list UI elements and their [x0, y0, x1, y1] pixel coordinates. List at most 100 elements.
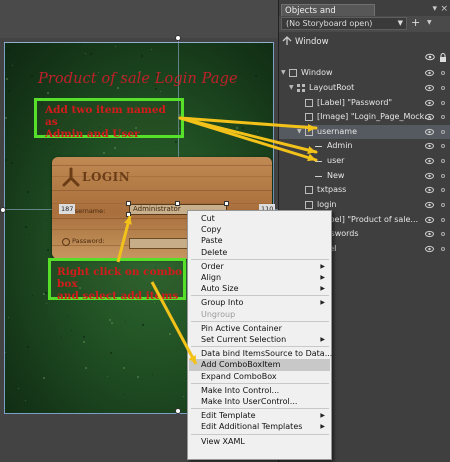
visibility-eye-icon[interactable] — [425, 96, 434, 110]
menu-item-align[interactable]: Align ▶ — [189, 272, 330, 283]
tree-row-new[interactable]: New — [279, 169, 450, 183]
visibility-eye-icon[interactable] — [425, 66, 434, 80]
tree-row-window[interactable]: ▼ Window — [279, 66, 450, 80]
menu-separator — [191, 320, 329, 322]
login-logo-icon — [62, 167, 80, 187]
visibility-column-eye-icon[interactable] — [425, 53, 435, 61]
lock-toggle-dot[interactable] — [441, 115, 445, 119]
password-label: Password: — [72, 237, 105, 245]
artboard-top-guide — [4, 42, 272, 43]
visibility-eye-icon[interactable] — [425, 110, 434, 124]
lock-column-icon[interactable] — [439, 53, 447, 62]
menu-item-label: Ungroup — [201, 309, 236, 319]
item-icon — [315, 161, 322, 162]
tree-row-label: Admin — [327, 141, 353, 150]
menu-item-set-current-selection[interactable]: Set Current Selection ▶ — [189, 334, 330, 345]
menu-item-pin-active-container[interactable]: Pin Active Container — [189, 323, 330, 334]
menu-item-cut[interactable]: Cut — [189, 213, 330, 224]
lock-toggle-dot[interactable] — [441, 203, 445, 207]
expand-triangle-icon[interactable]: ▼ — [297, 125, 302, 139]
lock-toggle-dot[interactable] — [441, 130, 445, 134]
tree-row-label-password[interactable]: [Label] "Password" — [279, 96, 450, 110]
expand-triangle-icon[interactable]: ▼ — [289, 81, 294, 95]
panel-menu-chevron-icon[interactable]: ▾ — [432, 4, 437, 14]
lock-toggle-dot[interactable] — [441, 159, 445, 163]
submenu-arrow-icon: ▶ — [320, 412, 325, 420]
storyboard-select-value: (No Storyboard open) — [286, 19, 373, 28]
menu-item-label: Make Into Control... — [201, 385, 280, 395]
scope-up-arrow-icon[interactable] — [282, 36, 292, 46]
combo-handle-top[interactable] — [175, 201, 180, 206]
menu-item-label: Order — [201, 261, 224, 271]
visibility-eye-icon[interactable] — [425, 154, 434, 168]
menu-item-label: Group Into — [201, 298, 244, 308]
menu-item-add-comboboxitem[interactable]: Add ComboBoxItem — [189, 359, 330, 371]
menu-item-group-into[interactable]: Group Into ▶ — [189, 297, 330, 308]
menu-item-edit-template[interactable]: Edit Template ▶ — [189, 410, 330, 421]
tree-row-admin[interactable]: Admin — [279, 139, 450, 153]
annotation-line: Add two item named as — [45, 104, 166, 128]
menu-item-label: Edit Template — [201, 411, 256, 421]
visibility-eye-icon[interactable] — [425, 213, 434, 227]
panel-close-icon[interactable]: × — [440, 4, 448, 14]
lock-toggle-dot[interactable] — [441, 188, 445, 192]
margin-readout-left: 187 — [59, 204, 76, 214]
left-resize-handle[interactable] — [0, 207, 6, 213]
tree-row-layoutroot[interactable]: ▼ LayoutRoot — [279, 81, 450, 95]
submenu-arrow-icon: ▶ — [320, 262, 325, 270]
combo-handle-bl[interactable] — [126, 212, 131, 217]
annotation-line: and select add items — [57, 290, 179, 302]
menu-item-order[interactable]: Order ▶ — [189, 261, 330, 272]
lock-toggle-dot[interactable] — [441, 86, 445, 90]
visibility-eye-icon[interactable] — [425, 169, 434, 183]
menu-item-paste[interactable]: Paste — [189, 235, 330, 246]
lock-toggle-dot[interactable] — [441, 232, 445, 236]
lock-toggle-dot[interactable] — [441, 101, 445, 105]
lock-toggle-dot[interactable] — [441, 218, 445, 222]
combo-handle-tr[interactable] — [224, 201, 229, 206]
visibility-eye-icon[interactable] — [425, 139, 434, 153]
menu-item-copy[interactable]: Copy — [189, 224, 330, 235]
password-textbox[interactable] — [129, 238, 195, 249]
menu-item-edit-additional-templates[interactable]: Edit Additional Templates ▶ — [189, 421, 330, 432]
combo-handle-tl[interactable] — [126, 201, 131, 206]
lock-toggle-dot[interactable] — [441, 247, 445, 251]
button-icon — [305, 201, 313, 209]
visibility-eye-icon[interactable] — [425, 81, 434, 95]
storyboard-select[interactable]: (No Storyboard open) ▼ — [281, 17, 407, 30]
menu-item-view-xaml[interactable]: View XAML — [189, 436, 330, 447]
top-resize-handle[interactable] — [175, 35, 181, 41]
tree-row-txtpass[interactable]: txtpass — [279, 183, 450, 197]
menu-item-make-into-control[interactable]: Make Into Control... — [189, 385, 330, 396]
storyboard-menu-icon[interactable]: ▼ — [427, 19, 432, 26]
lock-toggle-dot[interactable] — [441, 71, 445, 75]
menu-separator — [191, 382, 329, 384]
scope-label: Window — [295, 37, 329, 47]
visibility-eye-icon[interactable] — [425, 198, 434, 212]
tree-row-user[interactable]: user — [279, 154, 450, 168]
menu-item-label: Expand ComboBox — [201, 371, 277, 381]
menu-item-expand-combobox[interactable]: Expand ComboBox — [189, 371, 330, 382]
tree-row-image-login-page-mock[interactable]: [Image] "Login_Page_Mock... — [279, 110, 450, 124]
combobox-icon — [305, 128, 313, 136]
lock-toggle-dot[interactable] — [441, 144, 445, 148]
lock-toggle-dot[interactable] — [441, 174, 445, 178]
menu-item-label: Paste — [201, 236, 223, 246]
menu-item-make-into-usercontrol[interactable]: Make Into UserControl... — [189, 396, 330, 407]
visibility-eye-icon[interactable] — [425, 227, 434, 241]
visibility-eye-icon[interactable] — [425, 125, 434, 139]
new-storyboard-button[interactable]: + — [411, 17, 420, 29]
annotation-add-items: Add two item named as Admin and User — [34, 98, 184, 140]
tree-row-username[interactable]: ▼ username — [279, 125, 450, 139]
bottom-resize-handle[interactable] — [175, 408, 181, 414]
password-lock-icon — [62, 238, 70, 246]
menu-item-data-bind-itemssource-to-data[interactable]: Data bind ItemsSource to Data... — [189, 348, 332, 359]
menu-item-ungroup[interactable]: Ungroup — [189, 309, 330, 320]
visibility-eye-icon[interactable] — [425, 183, 434, 197]
menu-item-auto-size[interactable]: Auto Size ▶ — [189, 283, 330, 294]
visibility-eye-icon[interactable] — [425, 242, 434, 256]
menu-item-label: Delete — [201, 247, 228, 257]
menu-separator — [191, 346, 329, 348]
menu-item-delete[interactable]: Delete — [189, 247, 330, 258]
expand-triangle-icon[interactable]: ▼ — [281, 66, 286, 80]
